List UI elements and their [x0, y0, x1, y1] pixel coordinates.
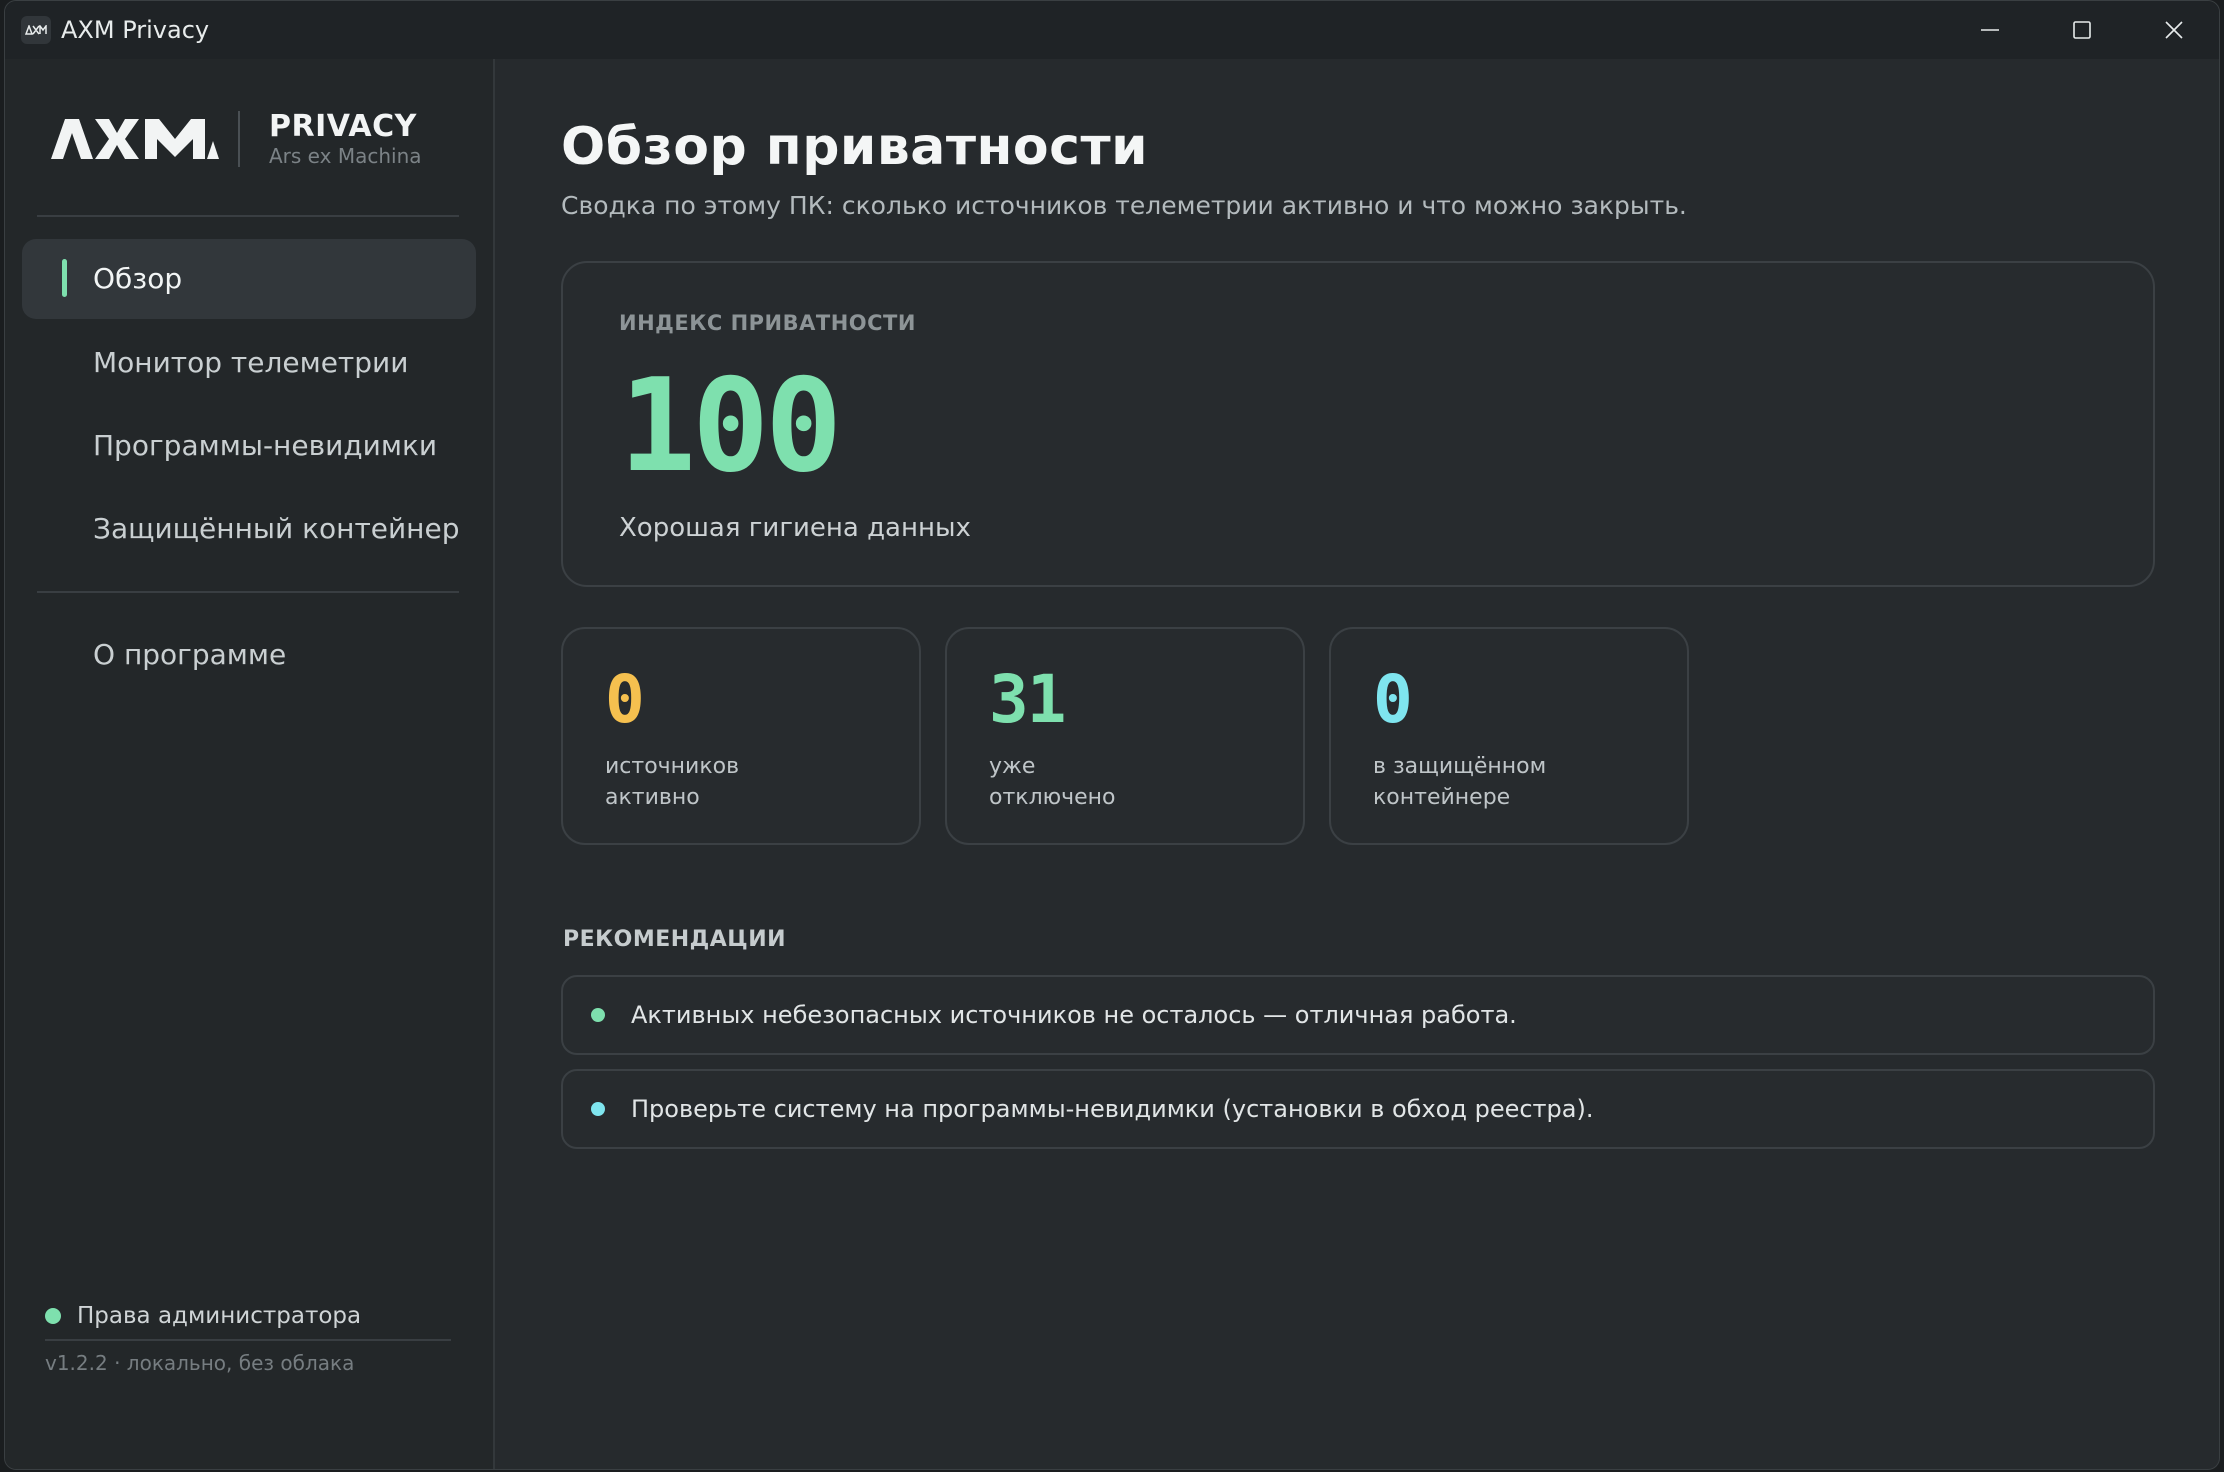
sidebar-divider-bottom: [45, 1339, 451, 1341]
page-subtitle: Сводка по этому ПК: сколько источников т…: [561, 191, 1687, 220]
recommendation-item: Активных небезопасных источников не оста…: [561, 975, 2155, 1055]
stat-label-line: отключено: [989, 785, 1116, 810]
brand-subtitle: Ars ex Machina: [269, 144, 422, 168]
privacy-index-card: ИНДЕКС ПРИВАТНОСТИ 100 Хорошая гигиена д…: [561, 261, 2155, 587]
maximize-icon: [2073, 21, 2091, 39]
sidebar: PRIVACY Ars ex Machina Обзор Монитор тел…: [5, 59, 495, 1469]
logo-divider: [238, 111, 240, 167]
brand-title: PRIVACY: [269, 109, 417, 144]
stat-label-line: в защищённом: [1373, 754, 1547, 779]
admin-status: Права администратора: [45, 1303, 361, 1329]
stat-label: в защищённом контейнере: [1373, 751, 1663, 813]
stat-card-in-container: 0 в защищённом контейнере: [1329, 627, 1689, 845]
privacy-index-label: ИНДЕКС ПРИВАТНОСТИ: [619, 311, 916, 335]
sidebar-item-label: Монитор телеметрии: [93, 346, 409, 379]
stat-value: 0: [605, 661, 645, 738]
stat-label: источников активно: [605, 751, 895, 813]
version-label: v1.2.2 · локально, без облака: [45, 1351, 355, 1375]
axm-logo-small-icon: [25, 25, 47, 35]
stat-value: 31: [989, 661, 1066, 738]
privacy-index-caption: Хорошая гигиена данных: [619, 513, 971, 543]
close-icon: [2165, 21, 2183, 39]
stat-label-line: контейнере: [1373, 785, 1511, 810]
recommendation-text: Проверьте систему на программы-невидимки…: [631, 1095, 1594, 1123]
stat-label-line: уже: [989, 754, 1036, 779]
stat-label-line: активно: [605, 785, 700, 810]
minimize-icon: [1981, 29, 1999, 31]
stat-card-active-sources: 0 источников активно: [561, 627, 921, 845]
sidebar-item-stealth-programs[interactable]: Программы-невидимки: [22, 406, 476, 486]
recommendations-heading: РЕКОМЕНДАЦИИ: [563, 927, 787, 952]
app-window: AXM Privacy PRIVACY Ars ex Machina Обзор…: [4, 0, 2220, 1470]
stat-label: уже отключено: [989, 751, 1279, 813]
admin-label: Права администратора: [77, 1303, 362, 1329]
axm-logo: [51, 119, 219, 159]
sidebar-item-secure-container[interactable]: Защищённый контейнер: [22, 489, 476, 569]
sidebar-item-label: Защищённый контейнер: [93, 512, 460, 545]
close-button[interactable]: [2129, 1, 2219, 59]
sidebar-divider-top: [37, 215, 459, 217]
sidebar-item-label: Программы-невидимки: [93, 429, 438, 462]
stat-card-disabled: 31 уже отключено: [945, 627, 1305, 845]
privacy-index-value: 100: [619, 352, 842, 501]
title-bar[interactable]: AXM Privacy: [5, 1, 2219, 59]
recommendation-dot: [591, 1102, 605, 1116]
window-title: AXM Privacy: [61, 16, 210, 44]
minimize-button[interactable]: [1945, 1, 2035, 59]
maximize-button[interactable]: [2037, 1, 2127, 59]
active-indicator: [62, 259, 67, 297]
stat-label-line: источников: [605, 754, 740, 779]
sidebar-item-overview[interactable]: Обзор: [22, 239, 476, 319]
sidebar-divider-middle: [37, 591, 459, 593]
status-dot: [45, 1308, 61, 1324]
sidebar-item-label: Обзор: [93, 262, 183, 295]
sidebar-item-telemetry-monitor[interactable]: Монитор телеметрии: [22, 323, 476, 403]
recommendation-item[interactable]: Проверьте систему на программы-невидимки…: [561, 1069, 2155, 1149]
main-content: Обзор приватности Сводка по этому ПК: ск…: [495, 59, 2219, 1469]
axm-logo-icon: [21, 16, 51, 44]
sidebar-item-label: О программе: [93, 638, 287, 671]
recommendation-dot: [591, 1008, 605, 1022]
sidebar-item-about[interactable]: О программе: [22, 615, 476, 695]
page-title: Обзор приватности: [561, 117, 1149, 177]
recommendation-text: Активных небезопасных источников не оста…: [631, 1001, 1517, 1029]
stat-value: 0: [1373, 661, 1413, 738]
